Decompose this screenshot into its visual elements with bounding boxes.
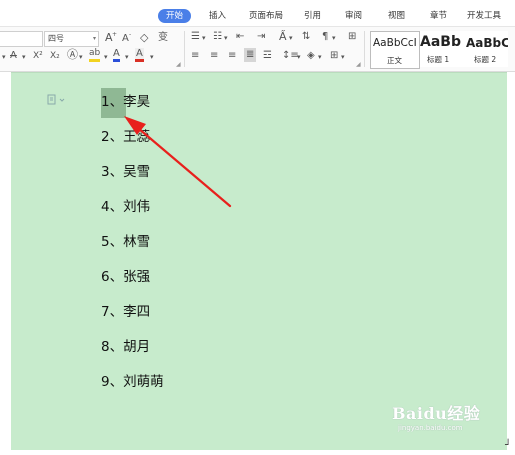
baidu-watermark: Baidu经验 jingyan.baidu.com <box>392 398 502 442</box>
watermark-brand: Baidu经验 <box>392 404 481 423</box>
text-cursor-icon: ┘ <box>505 440 512 451</box>
watermark-url: jingyan.baidu.com <box>398 424 463 432</box>
red-arrow-annotation <box>124 116 232 208</box>
arrow-shaft <box>136 126 232 208</box>
